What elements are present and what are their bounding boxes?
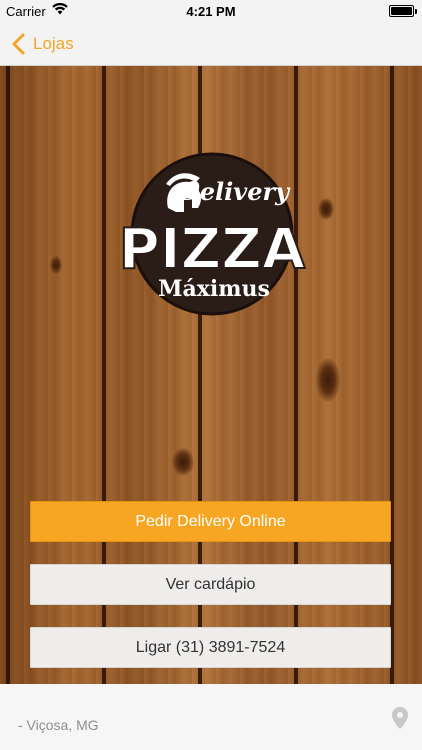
store-location: - Viçosa, MG: [18, 717, 99, 733]
view-menu-button[interactable]: Ver cardápio: [30, 564, 391, 605]
back-button[interactable]: Lojas: [10, 31, 74, 57]
wood-knot: [172, 448, 194, 476]
logo-delivery-text: Delivery: [178, 177, 291, 206]
order-online-button[interactable]: Pedir Delivery Online: [30, 501, 391, 542]
store-footer: - Viçosa, MG: [0, 684, 422, 750]
status-bar: Carrier 4:21 PM: [0, 0, 422, 22]
call-button[interactable]: Ligar (31) 3891-7524: [30, 627, 391, 668]
pizza-maximus-logo: Delivery PIZZA Máximus: [118, 152, 307, 316]
logo-pizza-text: PIZZA: [119, 217, 306, 282]
map-pin-icon[interactable]: [391, 706, 409, 730]
logo-maximus-text: Máximus: [158, 276, 270, 302]
wood-knot: [318, 198, 334, 220]
wood-knot: [50, 256, 62, 274]
battery-icon: [389, 5, 417, 17]
wood-knot: [316, 358, 340, 402]
status-time: 4:21 PM: [186, 4, 236, 19]
chevron-left-icon: [12, 33, 25, 55]
back-button-label: Lojas: [33, 34, 74, 53]
navigation-bar: Lojas: [0, 22, 422, 66]
